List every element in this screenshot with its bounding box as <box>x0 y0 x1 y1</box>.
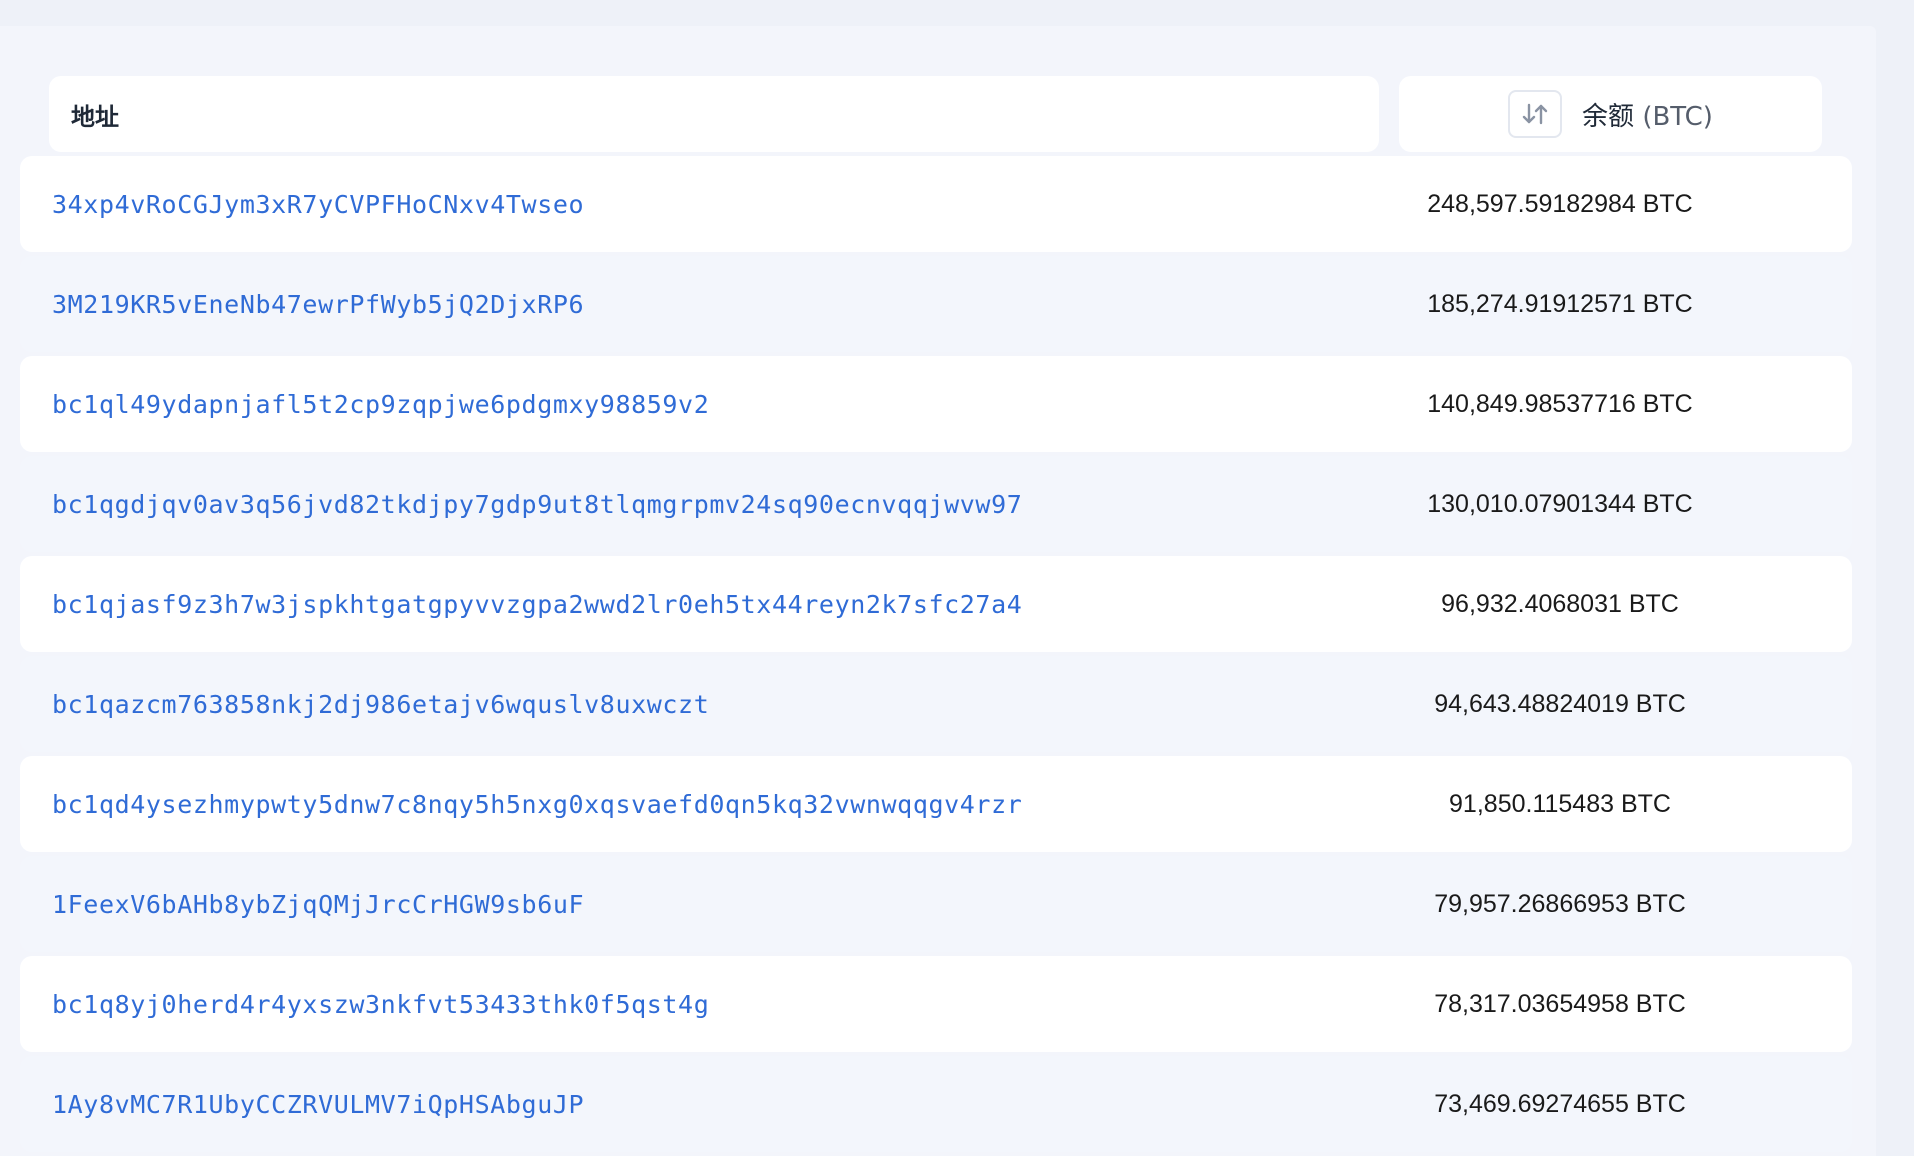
balance-value: 79,957.26866953 BTC <box>1434 889 1686 918</box>
table-row: bc1qgdjqv0av3q56jvd82tkdjpy7gdp9ut8tlqmg… <box>20 456 1852 552</box>
sort-arrows-icon <box>1522 103 1548 125</box>
balance-header-text: 余额 <box>1582 101 1635 132</box>
address-link[interactable]: 1FeexV6bAHb8ybZjqQMjJrcCrHGW9sb6uF <box>52 890 584 919</box>
address-link[interactable]: bc1qgdjqv0av3q56jvd82tkdjpy7gdp9ut8tlqmg… <box>52 490 1022 519</box>
table-row: bc1ql49ydapnjafl5t2cp9zqpjwe6pdgmxy98859… <box>20 356 1852 452</box>
address-link[interactable]: bc1ql49ydapnjafl5t2cp9zqpjwe6pdgmxy98859… <box>52 390 709 419</box>
table-row: bc1qd4ysezhmypwty5dnw7c8nqy5h5nxg0xqsvae… <box>20 756 1852 852</box>
balance-column-header: 余额 (BTC) <box>1399 76 1822 152</box>
balance-value: 78,317.03654958 BTC <box>1434 989 1686 1018</box>
balance-header-unit: (BTC) <box>1642 101 1713 132</box>
table-row: bc1qazcm763858nkj2dj986etajv6wquslv8uxwc… <box>20 656 1852 752</box>
balance-header-label: 余额 (BTC) <box>1582 96 1713 133</box>
address-header-label: 地址 <box>71 102 119 131</box>
address-link[interactable]: bc1qazcm763858nkj2dj986etajv6wquslv8uxwc… <box>52 690 709 719</box>
balance-value: 73,469.69274655 BTC <box>1434 1089 1686 1118</box>
address-link[interactable]: bc1qjasf9z3h7w3jspkhtgatgpyvvzgpa2wwd2lr… <box>52 590 1022 619</box>
rich-list-panel: 地址 余额 (BTC) 34xp4vRoCGJym3xR7yCVPFHoCNxv… <box>0 26 1876 1156</box>
address-link[interactable]: 3M219KR5vEneNb47ewrPfWyb5jQ2DjxRP6 <box>52 290 584 319</box>
balance-value: 96,932.4068031 BTC <box>1441 589 1679 618</box>
balance-value: 91,850.115483 BTC <box>1449 789 1671 818</box>
balance-value: 140,849.98537716 BTC <box>1427 389 1693 418</box>
balance-value: 94,643.48824019 BTC <box>1434 689 1686 718</box>
address-link[interactable]: bc1q8yj0herd4r4yxszw3nkfvt53433thk0f5qst… <box>52 990 709 1019</box>
address-link[interactable]: 1Ay8vMC7R1UbyCCZRVULMV7iQpHSAbguJP <box>52 1090 584 1119</box>
table-header: 地址 余额 (BTC) <box>49 76 1822 152</box>
balance-value: 185,274.91912571 BTC <box>1427 289 1693 318</box>
balance-value: 130,010.07901344 BTC <box>1427 489 1693 518</box>
address-link[interactable]: bc1qd4ysezhmypwty5dnw7c8nqy5h5nxg0xqsvae… <box>52 790 1022 819</box>
address-column-header: 地址 <box>49 76 1379 152</box>
table-row: 1Ay8vMC7R1UbyCCZRVULMV7iQpHSAbguJP 73,469… <box>20 1056 1852 1152</box>
table-row: bc1qjasf9z3h7w3jspkhtgatgpyvvzgpa2wwd2lr… <box>20 556 1852 652</box>
table-row: 1FeexV6bAHb8ybZjqQMjJrcCrHGW9sb6uF 79,957… <box>20 856 1852 952</box>
table-row: 3M219KR5vEneNb47ewrPfWyb5jQ2DjxRP6 185,27… <box>20 256 1852 352</box>
address-link[interactable]: 34xp4vRoCGJym3xR7yCVPFHoCNxv4Twseo <box>52 190 584 219</box>
balance-value: 248,597.59182984 BTC <box>1427 189 1693 218</box>
sort-button[interactable] <box>1508 90 1563 138</box>
table-row: 34xp4vRoCGJym3xR7yCVPFHoCNxv4Twseo 248,59… <box>20 156 1852 252</box>
table-row: bc1q8yj0herd4r4yxszw3nkfvt53433thk0f5qst… <box>20 956 1852 1052</box>
